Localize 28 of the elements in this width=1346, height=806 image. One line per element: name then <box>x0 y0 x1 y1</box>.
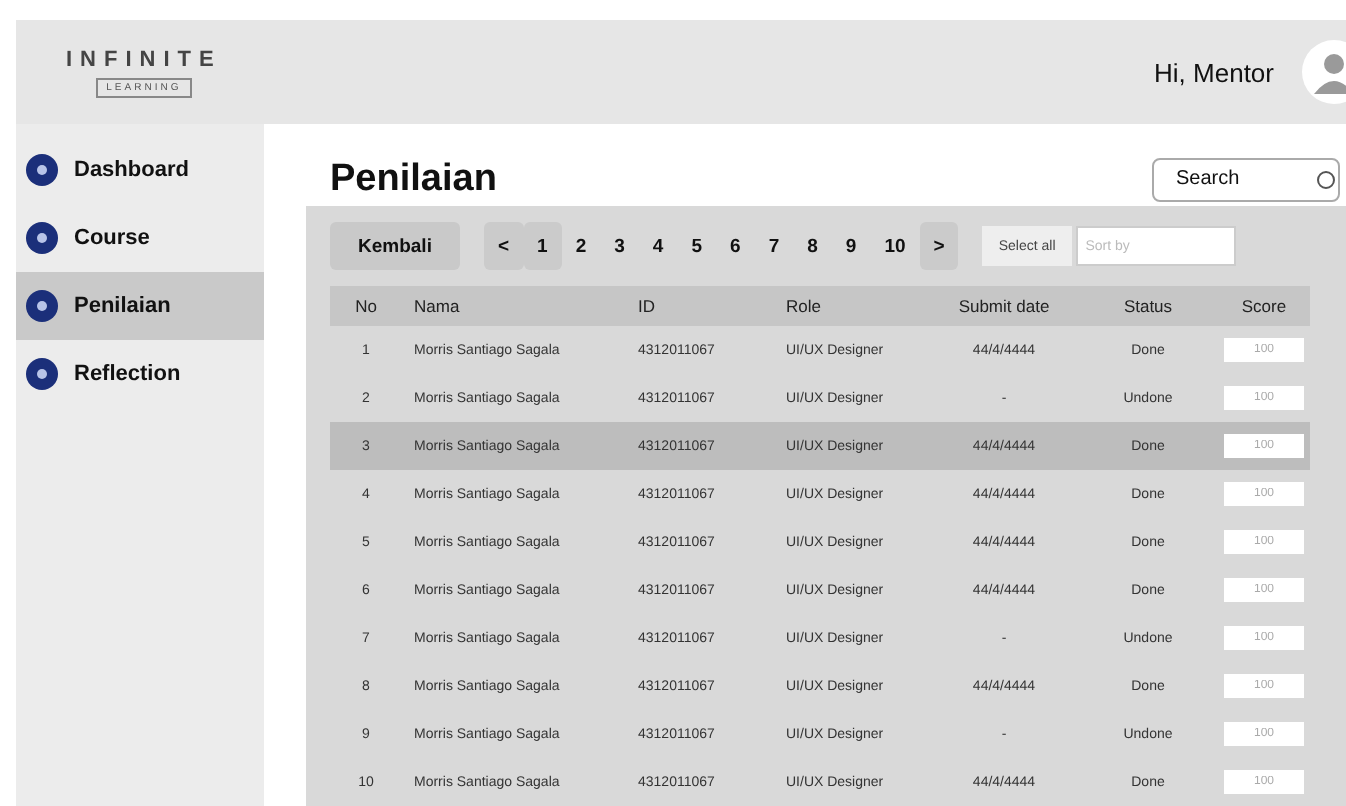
page-button[interactable]: 2 <box>561 222 601 270</box>
page-title: Penilaian <box>330 157 497 201</box>
column-header: Status <box>1121 296 1175 316</box>
column-header: Score <box>1239 296 1289 316</box>
logo-title: INFINITE <box>66 47 222 71</box>
page-button[interactable]: 5 <box>677 222 717 270</box>
back-button[interactable]: Kembali <box>330 222 460 270</box>
page-button[interactable]: 4 <box>638 222 678 270</box>
page-button[interactable]: 7 <box>754 222 794 270</box>
search-field[interactable]: Search <box>1152 157 1340 201</box>
page-button[interactable]: 3 <box>600 222 639 270</box>
column-header: Nama <box>412 296 462 316</box>
page-button[interactable]: 10 <box>870 222 920 270</box>
page-button[interactable]: 6 <box>716 222 755 270</box>
sidebar-item[interactable]: Course <box>16 204 264 272</box>
page-button[interactable]: 9 <box>831 222 871 270</box>
next-page-button[interactable]: > <box>919 222 959 270</box>
column-header: No <box>353 296 379 316</box>
page-button[interactable]: 8 <box>793 222 832 270</box>
previous-page-button[interactable]: < <box>483 222 524 270</box>
page-button[interactable]: 1 <box>523 222 562 270</box>
sidebar-item[interactable]: Dashboard <box>16 136 264 204</box>
greeting: Hi, Mentor <box>1154 57 1274 87</box>
sidebar-item[interactable]: Reflection <box>16 340 264 408</box>
sidebar-item[interactable]: Penilaian <box>16 272 264 340</box>
column-header: Submit date <box>956 296 1052 316</box>
column-header: ID <box>636 296 657 316</box>
column-header: Role <box>784 296 823 316</box>
